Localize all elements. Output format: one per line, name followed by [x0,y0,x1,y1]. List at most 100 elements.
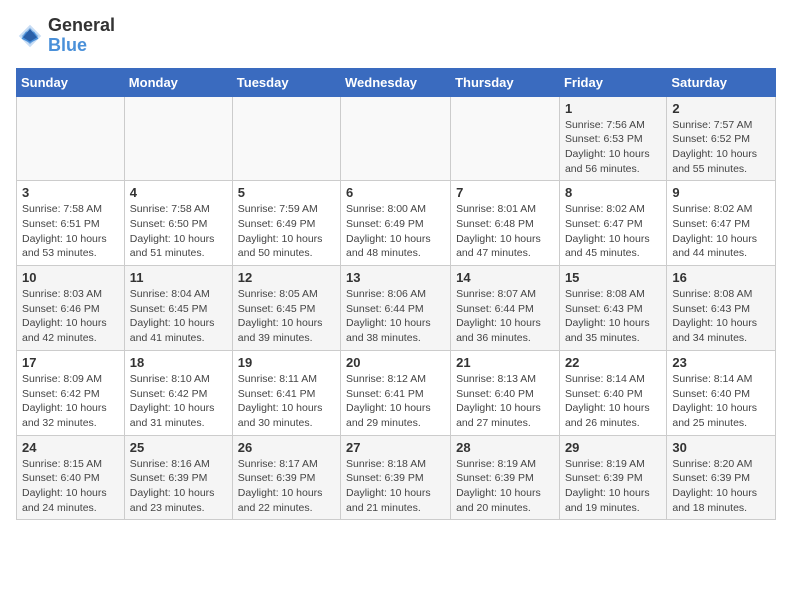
calendar-cell: 19Sunrise: 8:11 AM Sunset: 6:41 PM Dayli… [232,350,340,435]
calendar-body: 1 Sunrise: 7:56 AM Sunset: 6:53 PM Daylig… [17,96,776,520]
day-number: 8 [565,185,661,200]
calendar-cell: 14 Sunrise: 8:07 AM Sunset: 6:44 PM Dayli… [451,266,560,351]
calendar-cell: 25 Sunrise: 8:16 AM Sunset: 6:39 PM Dayli… [124,435,232,520]
calendar-cell: 21 Sunrise: 8:13 AM Sunset: 6:40 PM Dayli… [451,350,560,435]
day-number: 7 [456,185,554,200]
day-number: 10 [22,270,119,285]
calendar-cell [124,96,232,181]
calendar-cell [341,96,451,181]
calendar-week-1: 3 Sunrise: 7:58 AM Sunset: 6:51 PM Daylig… [17,181,776,266]
calendar-cell: 6Sunrise: 8:00 AM Sunset: 6:49 PM Daylig… [341,181,451,266]
day-number: 16 [672,270,770,285]
day-info: Sunrise: 8:06 AM Sunset: 6:44 PM Dayligh… [346,287,445,346]
day-number: 28 [456,440,554,455]
day-number: 20 [346,355,445,370]
weekday-header-row: SundayMondayTuesdayWednesdayThursdayFrid… [17,68,776,96]
day-info: Sunrise: 7:59 AM Sunset: 6:49 PM Dayligh… [238,202,335,261]
calendar-cell: 28 Sunrise: 8:19 AM Sunset: 6:39 PM Dayli… [451,435,560,520]
calendar-cell: 26 Sunrise: 8:17 AM Sunset: 6:39 PM Dayli… [232,435,340,520]
calendar-cell: 29 Sunrise: 8:19 AM Sunset: 6:39 PM Dayli… [559,435,666,520]
day-number: 11 [130,270,227,285]
day-number: 26 [238,440,335,455]
day-info: Sunrise: 8:16 AM Sunset: 6:39 PM Dayligh… [130,457,227,516]
logo-text: General Blue [48,16,115,56]
day-info: Sunrise: 8:18 AM Sunset: 6:39 PM Dayligh… [346,457,445,516]
day-number: 2 [672,101,770,116]
calendar-header: SundayMondayTuesdayWednesdayThursdayFrid… [17,68,776,96]
day-info: Sunrise: 7:56 AM Sunset: 6:53 PM Dayligh… [565,118,661,177]
day-info: Sunrise: 8:07 AM Sunset: 6:44 PM Dayligh… [456,287,554,346]
calendar-cell: 1 Sunrise: 7:56 AM Sunset: 6:53 PM Daylig… [559,96,666,181]
day-info: Sunrise: 7:58 AM Sunset: 6:50 PM Dayligh… [130,202,227,261]
calendar-cell: 16 Sunrise: 8:08 AM Sunset: 6:43 PM Dayli… [667,266,776,351]
calendar-cell: 27Sunrise: 8:18 AM Sunset: 6:39 PM Dayli… [341,435,451,520]
day-info: Sunrise: 8:14 AM Sunset: 6:40 PM Dayligh… [672,372,770,431]
day-info: Sunrise: 8:13 AM Sunset: 6:40 PM Dayligh… [456,372,554,431]
day-info: Sunrise: 8:02 AM Sunset: 6:47 PM Dayligh… [672,202,770,261]
calendar-cell: 22 Sunrise: 8:14 AM Sunset: 6:40 PM Dayli… [559,350,666,435]
calendar-cell: 8 Sunrise: 8:02 AM Sunset: 6:47 PM Daylig… [559,181,666,266]
calendar-cell [17,96,125,181]
weekday-header-sunday: Sunday [17,68,125,96]
calendar-cell: 4 Sunrise: 7:58 AM Sunset: 6:50 PM Daylig… [124,181,232,266]
day-number: 18 [130,355,227,370]
day-number: 30 [672,440,770,455]
day-number: 12 [238,270,335,285]
day-number: 23 [672,355,770,370]
day-number: 22 [565,355,661,370]
calendar-cell: 20 Sunrise: 8:12 AM Sunset: 6:41 PM Dayli… [341,350,451,435]
calendar-cell: 3 Sunrise: 7:58 AM Sunset: 6:51 PM Daylig… [17,181,125,266]
calendar-week-0: 1 Sunrise: 7:56 AM Sunset: 6:53 PM Daylig… [17,96,776,181]
calendar-cell: 13Sunrise: 8:06 AM Sunset: 6:44 PM Dayli… [341,266,451,351]
day-info: Sunrise: 8:14 AM Sunset: 6:40 PM Dayligh… [565,372,661,431]
day-number: 17 [22,355,119,370]
logo-icon [16,22,44,50]
calendar-week-2: 10 Sunrise: 8:03 AM Sunset: 6:46 PM Dayli… [17,266,776,351]
calendar-cell: 23 Sunrise: 8:14 AM Sunset: 6:40 PM Dayli… [667,350,776,435]
day-info: Sunrise: 8:03 AM Sunset: 6:46 PM Dayligh… [22,287,119,346]
day-info: Sunrise: 8:10 AM Sunset: 6:42 PM Dayligh… [130,372,227,431]
calendar-cell: 2Sunrise: 7:57 AM Sunset: 6:52 PM Daylig… [667,96,776,181]
day-number: 14 [456,270,554,285]
page-header: General Blue [16,16,776,56]
day-info: Sunrise: 8:17 AM Sunset: 6:39 PM Dayligh… [238,457,335,516]
day-number: 29 [565,440,661,455]
calendar-cell: 9Sunrise: 8:02 AM Sunset: 6:47 PM Daylig… [667,181,776,266]
calendar-cell: 7 Sunrise: 8:01 AM Sunset: 6:48 PM Daylig… [451,181,560,266]
day-info: Sunrise: 8:04 AM Sunset: 6:45 PM Dayligh… [130,287,227,346]
day-number: 25 [130,440,227,455]
calendar-cell: 11 Sunrise: 8:04 AM Sunset: 6:45 PM Dayli… [124,266,232,351]
day-number: 15 [565,270,661,285]
day-number: 24 [22,440,119,455]
day-number: 1 [565,101,661,116]
day-info: Sunrise: 8:11 AM Sunset: 6:41 PM Dayligh… [238,372,335,431]
calendar-table: SundayMondayTuesdayWednesdayThursdayFrid… [16,68,776,521]
calendar-cell: 17 Sunrise: 8:09 AM Sunset: 6:42 PM Dayli… [17,350,125,435]
calendar-cell: 10 Sunrise: 8:03 AM Sunset: 6:46 PM Dayli… [17,266,125,351]
day-info: Sunrise: 8:12 AM Sunset: 6:41 PM Dayligh… [346,372,445,431]
day-number: 5 [238,185,335,200]
day-info: Sunrise: 8:02 AM Sunset: 6:47 PM Dayligh… [565,202,661,261]
calendar-cell: 12 Sunrise: 8:05 AM Sunset: 6:45 PM Dayli… [232,266,340,351]
weekday-header-thursday: Thursday [451,68,560,96]
calendar-cell: 18 Sunrise: 8:10 AM Sunset: 6:42 PM Dayli… [124,350,232,435]
calendar-cell [451,96,560,181]
calendar-cell: 24Sunrise: 8:15 AM Sunset: 6:40 PM Dayli… [17,435,125,520]
calendar-cell: 5 Sunrise: 7:59 AM Sunset: 6:49 PM Daylig… [232,181,340,266]
weekday-header-tuesday: Tuesday [232,68,340,96]
day-number: 21 [456,355,554,370]
day-info: Sunrise: 8:08 AM Sunset: 6:43 PM Dayligh… [565,287,661,346]
calendar-cell [232,96,340,181]
day-number: 3 [22,185,119,200]
day-info: Sunrise: 8:19 AM Sunset: 6:39 PM Dayligh… [456,457,554,516]
day-info: Sunrise: 8:01 AM Sunset: 6:48 PM Dayligh… [456,202,554,261]
day-info: Sunrise: 8:19 AM Sunset: 6:39 PM Dayligh… [565,457,661,516]
calendar-cell: 15 Sunrise: 8:08 AM Sunset: 6:43 PM Dayli… [559,266,666,351]
calendar-cell: 30Sunrise: 8:20 AM Sunset: 6:39 PM Dayli… [667,435,776,520]
weekday-header-friday: Friday [559,68,666,96]
day-info: Sunrise: 7:58 AM Sunset: 6:51 PM Dayligh… [22,202,119,261]
day-info: Sunrise: 8:05 AM Sunset: 6:45 PM Dayligh… [238,287,335,346]
day-info: Sunrise: 8:09 AM Sunset: 6:42 PM Dayligh… [22,372,119,431]
day-number: 4 [130,185,227,200]
day-info: Sunrise: 8:08 AM Sunset: 6:43 PM Dayligh… [672,287,770,346]
